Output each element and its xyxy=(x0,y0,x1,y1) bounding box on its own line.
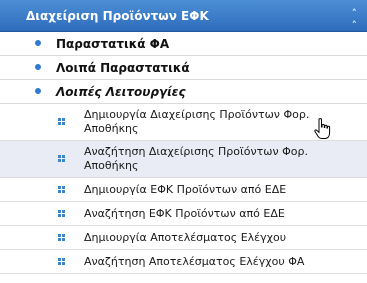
submenu-item-label: Δημιουργία ΕΦΚ Προϊόντων από ΕΔΕ xyxy=(84,183,287,196)
bullet-icon xyxy=(35,88,41,94)
submenu-item-search-warehouse[interactable]: Αναζήτηση Διαχείρισης Προϊόντων Φορ. Απο… xyxy=(0,141,367,178)
bullet-icon xyxy=(35,64,41,70)
submenu-item-label: Αναζήτηση Αποτελέσματος Ελέγχου ΦΑ xyxy=(84,255,305,268)
grid-bullet-icon xyxy=(58,155,65,162)
hand-pointer-icon xyxy=(314,118,331,139)
bullet-icon xyxy=(35,40,41,46)
menu-item-paraskatika-fa[interactable]: Παραστατικά ΦΑ xyxy=(0,32,367,56)
panel-title: Διαχείριση Προϊόντων ΕΦΚ xyxy=(26,9,209,23)
menu-item-label: Λοιπές Λειτουργίες xyxy=(56,85,186,99)
menu-item-label: Παραστατικά ΦΑ xyxy=(56,37,170,51)
grid-bullet-icon xyxy=(58,186,65,193)
submenu-item-search-efk-ede[interactable]: Αναζήτηση ΕΦΚ Προϊόντων από ΕΔΕ xyxy=(0,202,367,226)
menu-list: Παραστατικά ΦΑ Λοιπά Παραστατικά Λοιπές … xyxy=(0,32,367,274)
submenu-item-label: Δημιουργία Διαχείρισης Προϊόντων Φορ. Απ… xyxy=(84,108,310,135)
menu-item-loipes-leitourgies[interactable]: Λοιπές Λειτουργίες xyxy=(0,80,367,104)
panel-header[interactable]: Διαχείριση Προϊόντων ΕΦΚ ˄ ˄ xyxy=(0,0,367,32)
submenu-item-search-result[interactable]: Αναζήτηση Αποτελέσματος Ελέγχου ΦΑ xyxy=(0,250,367,274)
menu-item-loipa-paraskatika[interactable]: Λοιπά Παραστατικά xyxy=(0,56,367,80)
submenu-item-create-efk-ede[interactable]: Δημιουργία ΕΦΚ Προϊόντων από ΕΔΕ xyxy=(0,178,367,202)
grid-bullet-icon xyxy=(58,118,65,125)
submenu-item-label: Αναζήτηση ΕΦΚ Προϊόντων από ΕΔΕ xyxy=(84,207,285,220)
double-chevron-up-icon[interactable]: ˄ ˄ xyxy=(352,8,358,32)
grid-bullet-icon xyxy=(58,210,65,217)
submenu-item-create-result[interactable]: Δημιουργία Αποτελέσματος Ελέγχου xyxy=(0,226,367,250)
grid-bullet-icon xyxy=(58,234,65,241)
menu-item-label: Λοιπά Παραστατικά xyxy=(56,61,190,75)
submenu-item-label: Δημιουργία Αποτελέσματος Ελέγχου xyxy=(84,231,287,244)
grid-bullet-icon xyxy=(58,258,65,265)
submenu-item-create-warehouse[interactable]: Δημιουργία Διαχείρισης Προϊόντων Φορ. Απ… xyxy=(0,104,367,141)
menu-panel: Διαχείριση Προϊόντων ΕΦΚ ˄ ˄ Παραστατικά … xyxy=(0,0,367,283)
submenu-item-label: Αναζήτηση Διαχείρισης Προϊόντων Φορ. Απο… xyxy=(84,145,308,172)
